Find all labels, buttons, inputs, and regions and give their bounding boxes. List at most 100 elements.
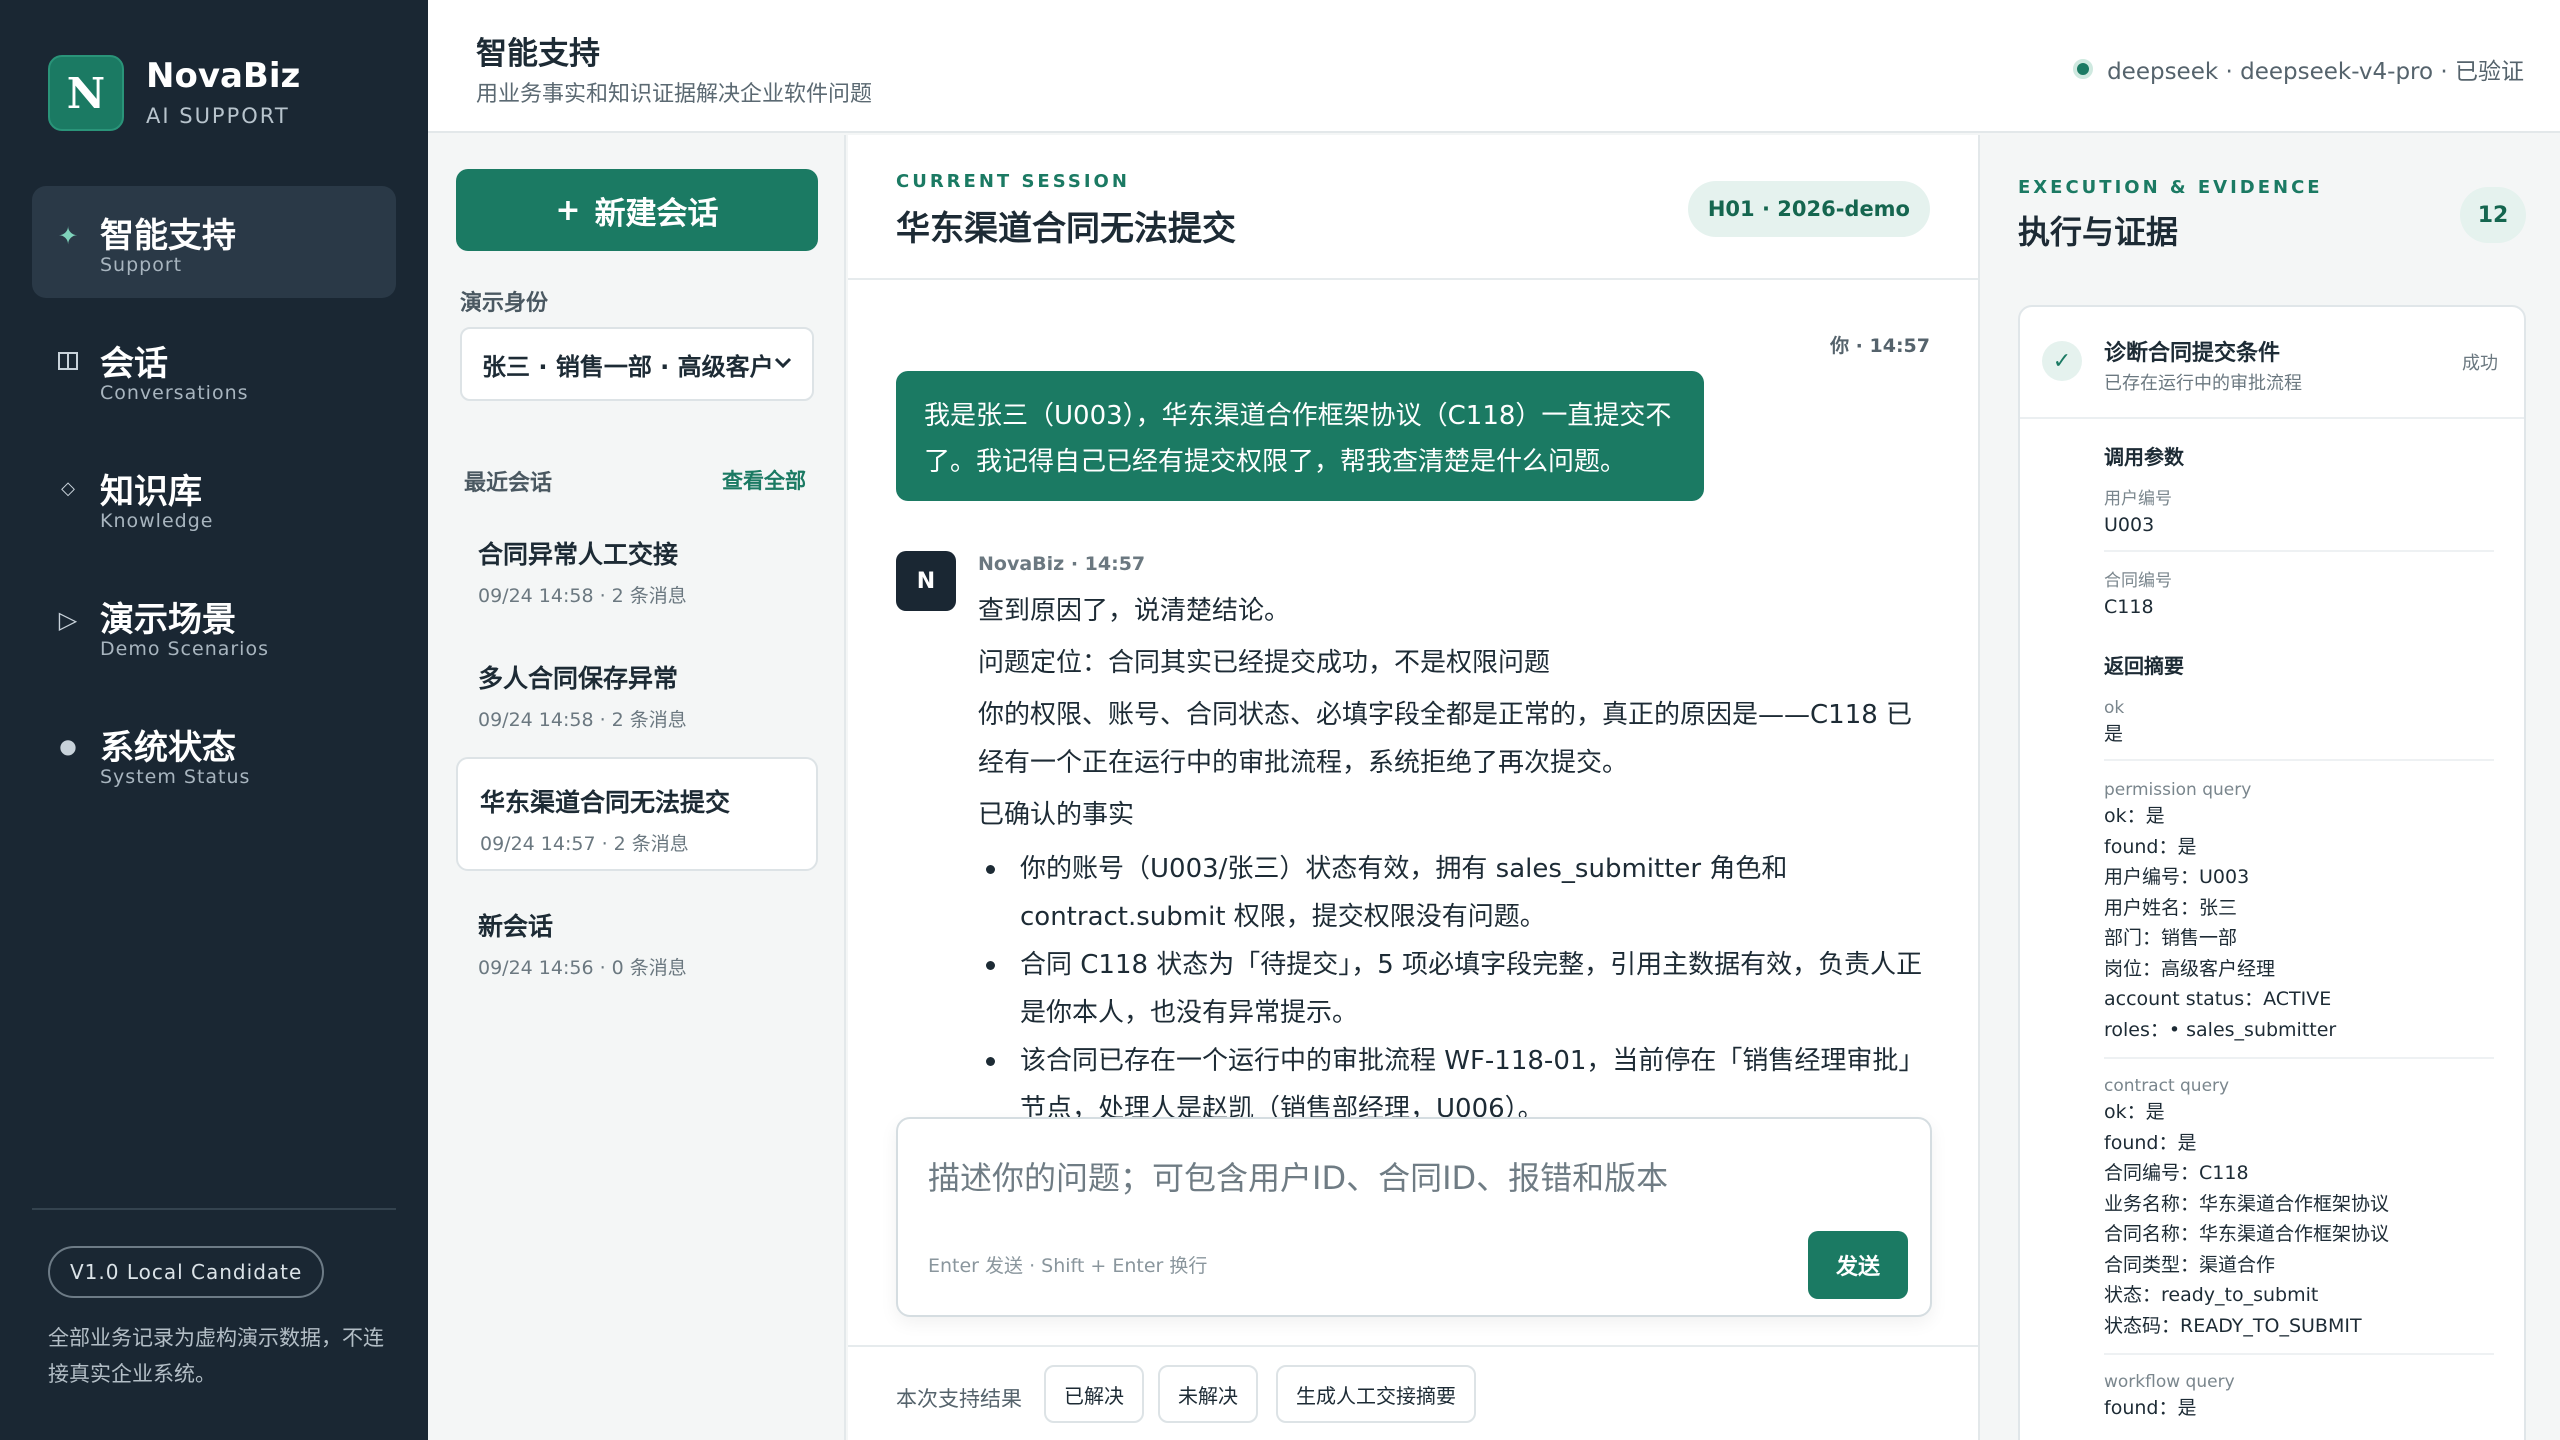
- session-item[interactable]: 合同异常人工交接 09/24 14:58 · 2 条消息: [456, 511, 818, 625]
- block-line: 状态：ready_to_submit: [2104, 1284, 2319, 1306]
- bot-fact-list: 你的账号（U003/张三）状态有效，拥有 sales_submitter 角色和…: [978, 845, 1936, 1133]
- param-field: 合同编号 C118: [2104, 570, 2494, 632]
- columns-icon: [54, 350, 82, 378]
- block-label: contract query: [2104, 1076, 2230, 1096]
- block-line: 合同名称：华东渠道合作框架协议: [2104, 1223, 2390, 1245]
- nav-item-demo-scenarios[interactable]: ▷ 演示场景 Demo Scenarios: [32, 570, 396, 682]
- summary-heading: 返回摘要: [2104, 654, 2184, 678]
- evidence-card-divider: [2020, 417, 2524, 419]
- nav-label: 演示场景: [100, 600, 236, 640]
- evidence-eyebrow: EXECUTION & EVIDENCE: [2018, 177, 2323, 198]
- new-session-button[interactable]: + 新建会话: [456, 169, 818, 251]
- nav-sublabel: System Status: [100, 766, 251, 788]
- nav-item-knowledge[interactable]: ◇ 知识库 Knowledge: [32, 442, 396, 554]
- block-line: 岗位：高级客户经理: [2104, 957, 2276, 980]
- version-badge: V1.0 Local Candidate: [48, 1246, 325, 1298]
- status-dot-icon: [2073, 59, 2094, 79]
- session-title: 多人合同保存异常: [478, 664, 679, 693]
- nav-sublabel: Support: [100, 254, 183, 276]
- composer-hint: Enter 发送 · Shift + Enter 换行: [928, 1255, 1208, 1277]
- top-header: 智能支持 用业务事实和知识证据解决企业软件问题 deepseek · deeps…: [428, 0, 2560, 133]
- nav-sublabel: Demo Scenarios: [100, 638, 269, 660]
- block-line: 合同编号：C118: [2104, 1162, 2249, 1184]
- block-line: ok：是: [2104, 1101, 2165, 1123]
- param-label: 合同编号: [2104, 571, 2172, 591]
- user-message-meta: 你 · 14:57: [1830, 335, 1930, 357]
- identity-value: 张三 · 销售一部 · 高级客户: [482, 352, 774, 381]
- plus-icon: +: [555, 192, 581, 228]
- summary-ok-value: 是: [2104, 723, 2124, 745]
- chat-eyebrow: CURRENT SESSION: [896, 171, 1130, 192]
- feedback-divider: [848, 1345, 1978, 1347]
- brand-subtitle: AI SUPPORT: [146, 104, 290, 128]
- demo-identity-label: 演示身份: [460, 291, 549, 316]
- session-title: 华东渠道合同无法提交: [480, 788, 731, 817]
- chat-divider: [848, 278, 1978, 280]
- nav-item-system-status[interactable]: ● 系统状态 System Status: [32, 698, 396, 810]
- view-all-link[interactable]: 查看全部: [722, 465, 806, 495]
- block-line: 合同类型：渠道合作: [2104, 1253, 2276, 1276]
- block-line: found：是: [2104, 1131, 2197, 1154]
- block-line: 用户编号：U003: [2104, 866, 2250, 888]
- resolved-button[interactable]: 已解决: [1044, 1365, 1144, 1423]
- brand-name: NovaBiz: [146, 56, 301, 96]
- sidebar-divider: [32, 1208, 396, 1210]
- nav-sublabel: Conversations: [100, 382, 249, 404]
- diamond-icon: ◇: [61, 478, 75, 499]
- block-line: account status：ACTIVE: [2104, 988, 2332, 1010]
- send-button[interactable]: 发送: [1808, 1231, 1908, 1299]
- message-input[interactable]: 描述你的问题；可包含用户ID、合同ID、报错和版本: [928, 1153, 1668, 1199]
- chat-panel: CURRENT SESSION 华东渠道合同无法提交 H01 · 2026-de…: [848, 135, 1980, 1440]
- check-icon: ✓: [2042, 341, 2082, 381]
- nav-label: 系统状态: [100, 728, 236, 768]
- nav-item-support[interactable]: ✦ 智能支持 Support: [32, 186, 396, 298]
- new-session-label: 新建会话: [594, 195, 719, 232]
- summary-ok-label: ok: [2104, 698, 2125, 718]
- page-title: 智能支持: [476, 36, 600, 72]
- evidence-card[interactable]: ✓ 诊断合同提交条件 已存在运行中的审批流程 成功 调用参数 用户编号 U003…: [2018, 305, 2526, 1440]
- evidence-count-badge: 12: [2460, 187, 2526, 243]
- session-item[interactable]: 多人合同保存异常 09/24 14:58 · 2 条消息: [456, 635, 818, 749]
- nav-label: 会话: [100, 344, 168, 384]
- evidence-card-body: 调用参数 用户编号 U003 合同编号 C118 返回摘要 ok 是 permi…: [2104, 441, 2494, 1440]
- nav-label: 智能支持: [100, 216, 236, 256]
- evidence-card-title: 诊断合同提交条件: [2104, 341, 2281, 366]
- unresolved-button[interactable]: 未解决: [1158, 1365, 1258, 1423]
- block-line: 用户姓名：张三: [2104, 896, 2238, 919]
- param-label: 用户编号: [2104, 489, 2172, 509]
- page-subtitle: 用业务事实和知识证据解决企业软件问题: [476, 82, 873, 107]
- param-value: C118: [2104, 596, 2154, 618]
- nav-item-conversations[interactable]: 会话 Conversations: [32, 314, 396, 426]
- feedback-label: 本次支持结果: [896, 1387, 1022, 1411]
- session-title: 新会话: [478, 912, 554, 941]
- summary-ok-field: ok 是: [2104, 697, 2494, 761]
- chevron-down-icon: [772, 351, 794, 379]
- bot-paragraph: 已确认的事实: [978, 800, 1135, 830]
- bot-paragraph: 问题定位：合同其实已经提交成功，不是权限问题: [978, 648, 1551, 678]
- session-meta: 09/24 14:58 · 2 条消息: [478, 709, 687, 731]
- evidence-panel: EXECUTION & EVIDENCE 执行与证据 12 ✓ 诊断合同提交条件…: [1982, 135, 2560, 1440]
- workflow-query-block: workflow query found：是: [2104, 1371, 2494, 1436]
- block-line: roles：• sales_submitter: [2104, 1018, 2337, 1041]
- nav-sublabel: Knowledge: [100, 510, 214, 532]
- session-meta: 09/24 14:56 · 0 条消息: [478, 957, 687, 979]
- params-heading: 调用参数: [2104, 445, 2184, 469]
- block-line: 状态码：READY_TO_SUBMIT: [2104, 1314, 2362, 1337]
- sidebar: N NovaBiz AI SUPPORT ✦ 智能支持 Support 会话 C…: [0, 0, 428, 1440]
- identity-select[interactable]: 张三 · 销售一部 · 高级客户: [460, 327, 814, 401]
- recent-sessions-label: 最近会话: [464, 471, 553, 496]
- session-tag: H01 · 2026-demo: [1687, 181, 1930, 237]
- session-item-active[interactable]: 华东渠道合同无法提交 09/24 14:57 · 2 条消息: [456, 757, 818, 871]
- sessions-panel: + 新建会话 演示身份 张三 · 销售一部 · 高级客户 最近会话 查看全部 合…: [428, 135, 846, 1440]
- block-label: permission query: [2104, 780, 2252, 800]
- handoff-summary-button[interactable]: 生成人工交接摘要: [1276, 1365, 1476, 1423]
- model-status: deepseek · deepseek-v4-pro · 已验证: [2073, 52, 2524, 86]
- bot-avatar: N: [896, 551, 956, 611]
- block-line: found：是: [2104, 835, 2197, 858]
- bot-paragraph: 你的权限、账号、合同状态、必填字段全都是正常的，真正的原因是——C118 已经有…: [978, 700, 1913, 778]
- model-status-text: deepseek · deepseek-v4-pro · 已验证: [2107, 59, 2524, 85]
- session-title: 合同异常人工交接: [478, 540, 679, 569]
- bot-paragraph: 查到原因了，说清楚结论。: [978, 596, 1291, 626]
- user-message: 我是张三（U003），华东渠道合作框架协议（C118）一直提交不了。我记得自己已…: [896, 371, 1704, 501]
- session-item[interactable]: 新会话 09/24 14:56 · 0 条消息: [456, 883, 818, 997]
